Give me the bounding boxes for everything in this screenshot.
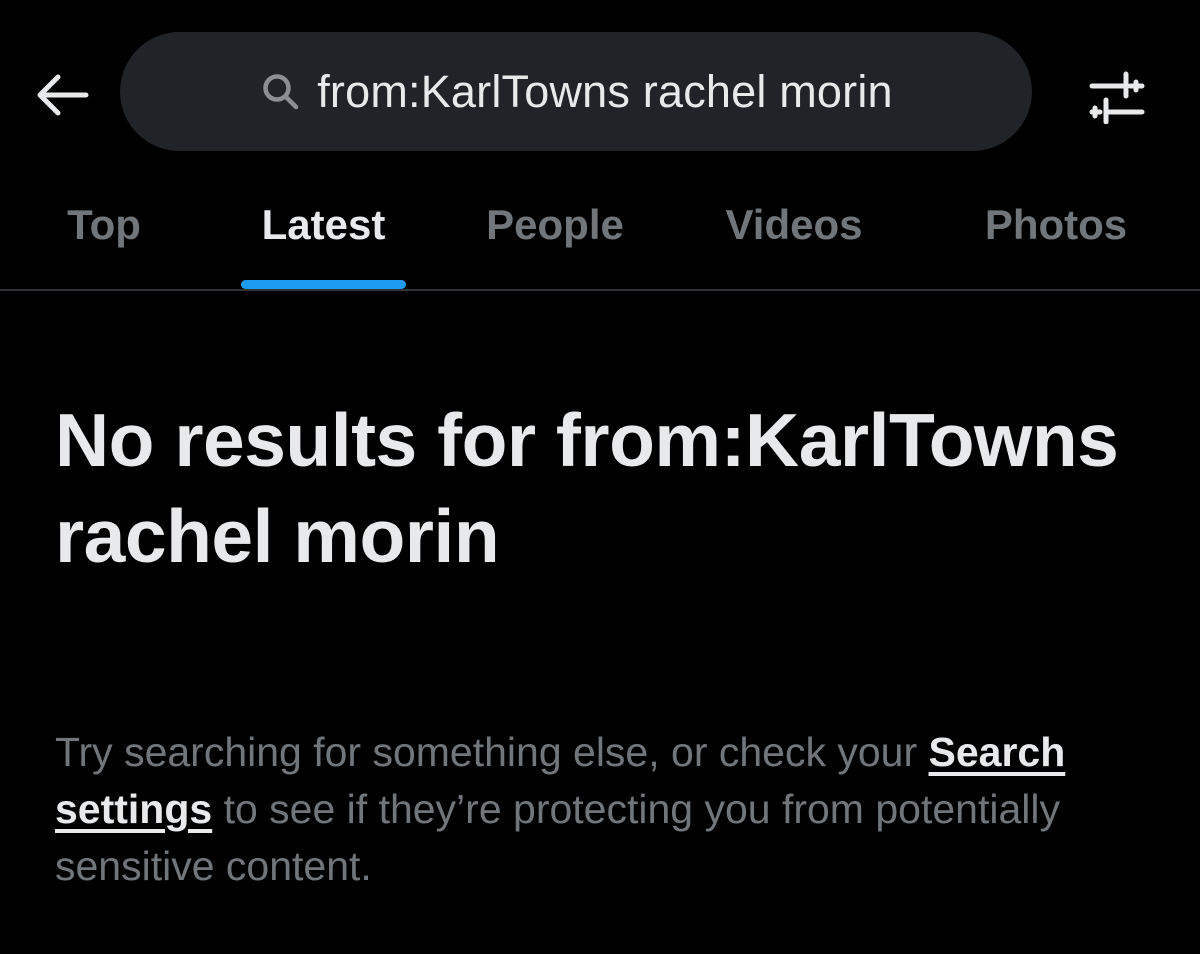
empty-state-title: No results for from:KarlTowns rachel mor… xyxy=(55,398,1119,578)
search-input[interactable]: from:KarlTowns rachel morin xyxy=(120,32,1032,151)
sliders-icon xyxy=(1089,71,1145,124)
tab-label: Latest xyxy=(261,201,386,248)
tab-latest[interactable]: Latest xyxy=(241,185,406,289)
back-button[interactable] xyxy=(28,62,94,128)
tab-videos[interactable]: Videos xyxy=(705,185,883,289)
empty-state-text-before: Try searching for something else, or che… xyxy=(55,729,929,775)
search-icon xyxy=(259,70,303,114)
tab-label: Top xyxy=(67,201,141,248)
active-tab-indicator xyxy=(241,280,406,289)
tab-label: Photos xyxy=(984,201,1128,248)
tab-people[interactable]: People xyxy=(470,185,640,289)
tab-label: Videos xyxy=(725,201,863,248)
tabs-divider xyxy=(0,289,1200,291)
empty-state-description: Try searching for something else, or che… xyxy=(55,724,1165,895)
search-tabs: Top Latest People Videos Photos xyxy=(0,185,1200,289)
top-bar: from:KarlTowns rachel morin xyxy=(0,0,1200,185)
tab-photos[interactable]: Photos xyxy=(966,185,1146,289)
search-query[interactable]: from:KarlTowns rachel morin xyxy=(317,66,893,118)
tab-top[interactable]: Top xyxy=(52,185,156,289)
arrow-left-icon xyxy=(37,74,89,116)
search-filter-button[interactable] xyxy=(1080,60,1152,132)
tab-label: People xyxy=(486,201,624,248)
